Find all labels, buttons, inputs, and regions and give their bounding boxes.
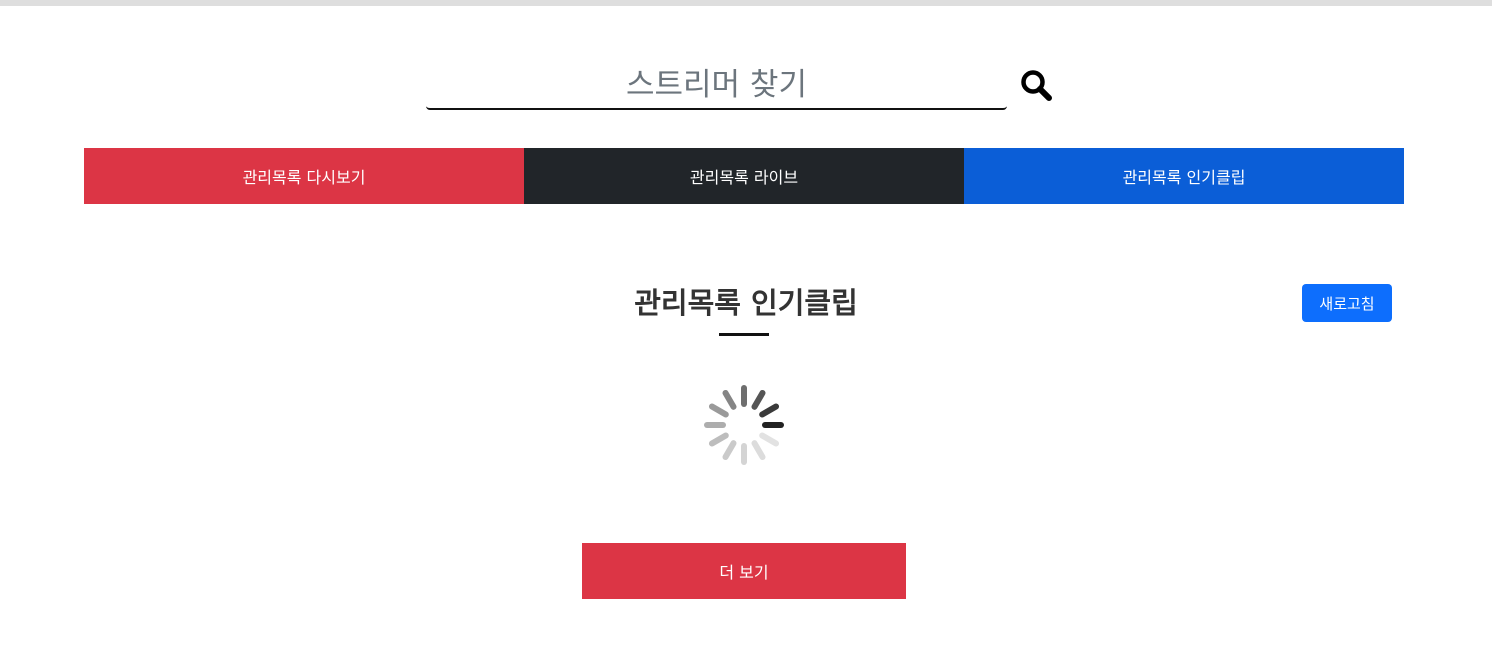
spinner-spoke <box>708 403 729 418</box>
loading-spinner-icon <box>704 385 784 465</box>
tab-replays[interactable]: 관리목록 다시보기 <box>84 148 524 204</box>
search-icon <box>1021 70 1052 101</box>
tab-label: 관리목록 인기클립 <box>1122 168 1246 187</box>
spinner-spoke <box>722 389 737 410</box>
page-title: 관리목록 인기클립 <box>634 286 858 320</box>
category-tabs: 관리목록 다시보기 관리목록 라이브 관리목록 인기클립 <box>84 148 1404 204</box>
tab-popular-clips[interactable]: 관리목록 인기클립 <box>964 148 1404 204</box>
tab-live[interactable]: 관리목록 라이브 <box>524 148 964 204</box>
load-more-button[interactable]: 더 보기 <box>582 543 906 599</box>
top-border-strip <box>0 0 1492 6</box>
title-underline <box>719 333 769 336</box>
search-button[interactable] <box>1020 69 1054 103</box>
spinner-spoke <box>751 440 766 461</box>
spinner-spoke <box>722 440 737 461</box>
spinner-spoke <box>759 432 780 447</box>
spinner-spoke <box>708 432 729 447</box>
search-bar <box>426 56 1066 116</box>
spinner-spoke <box>751 389 766 410</box>
tab-label: 관리목록 라이브 <box>689 168 799 187</box>
tab-label: 관리목록 다시보기 <box>242 168 366 187</box>
spinner-spoke <box>759 403 780 418</box>
search-input[interactable] <box>426 62 1007 110</box>
refresh-button[interactable]: 새로고침 <box>1302 284 1392 322</box>
